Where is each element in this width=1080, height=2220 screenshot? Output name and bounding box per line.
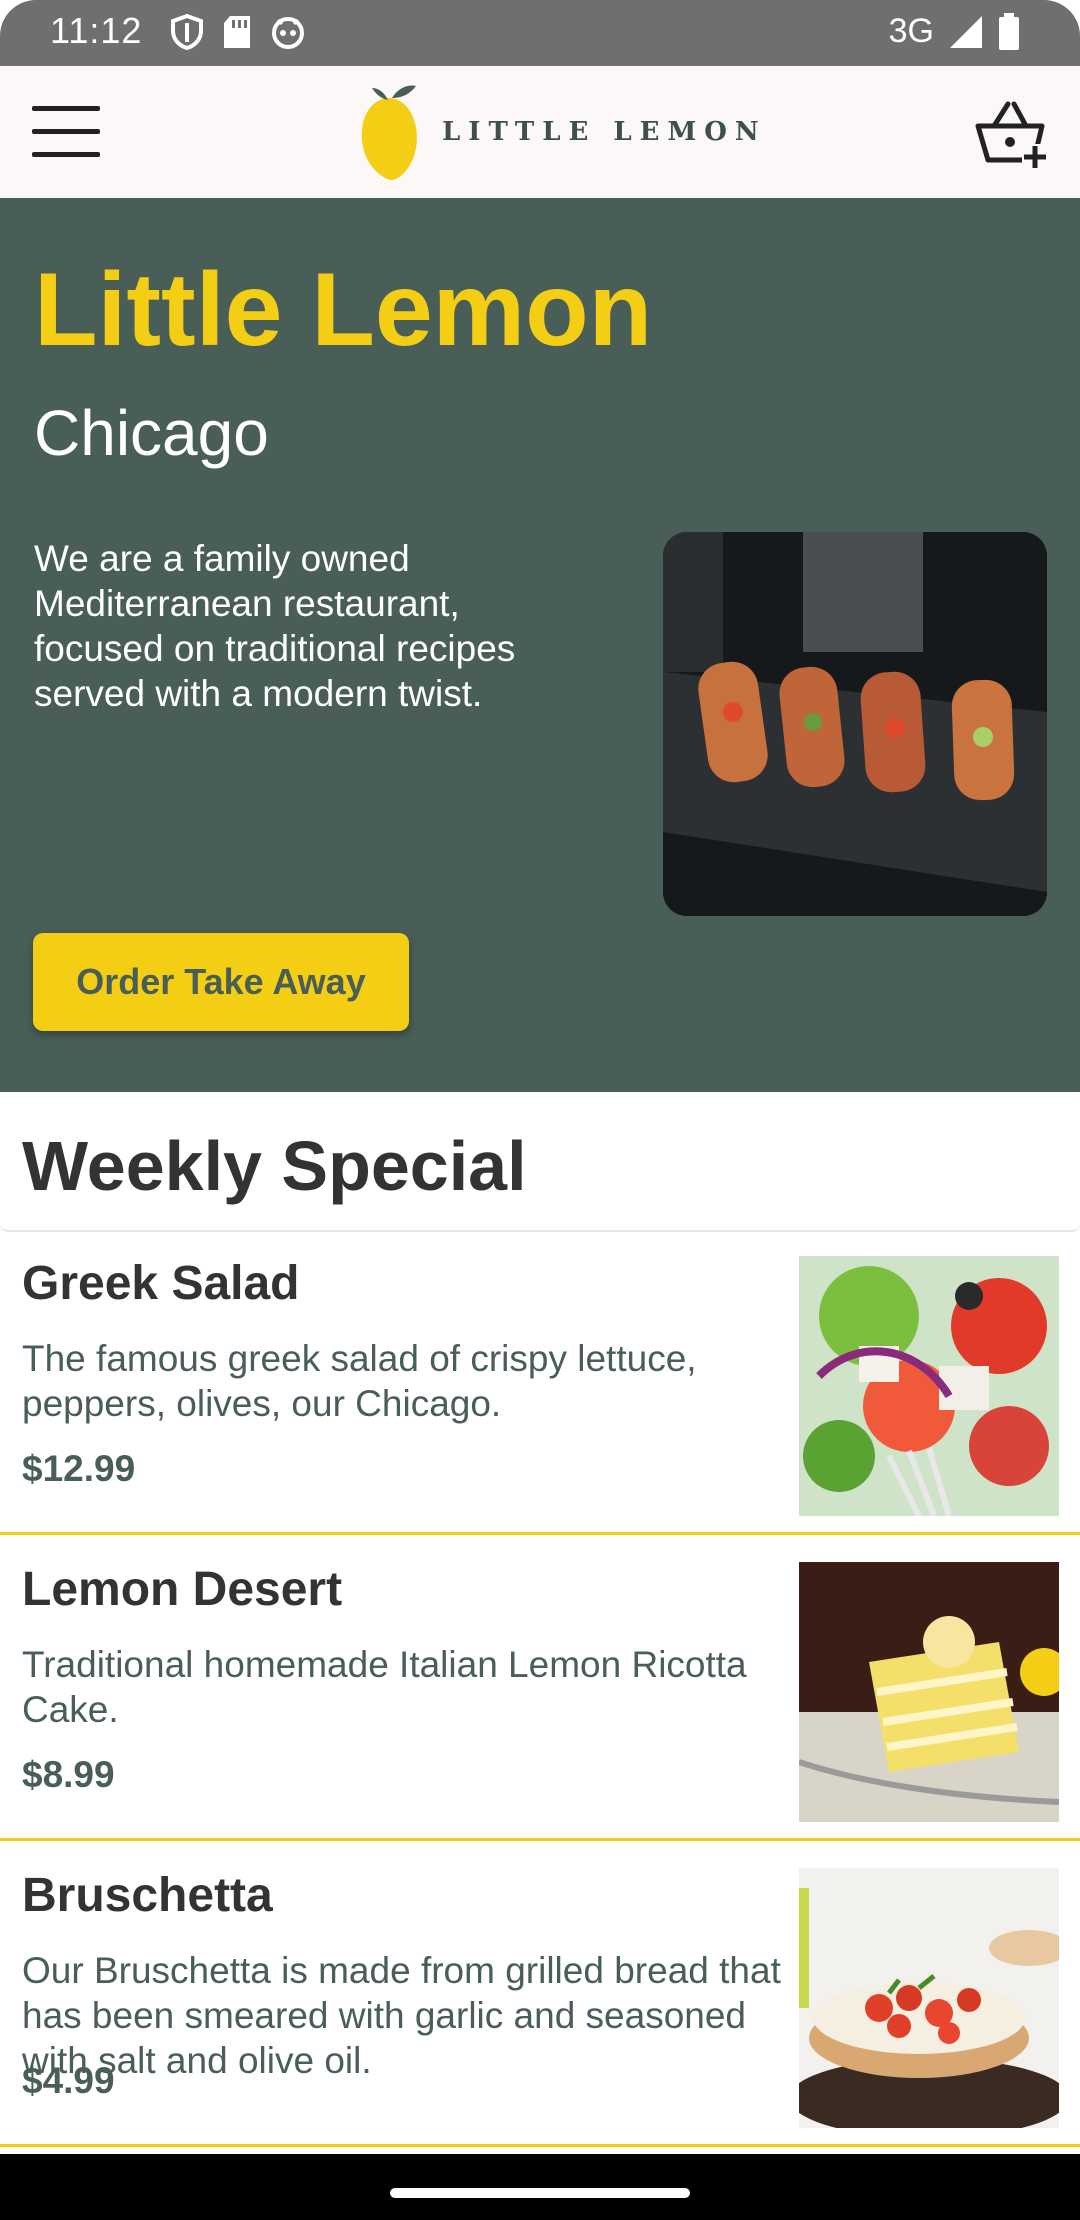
- lemon-logo-icon: [361, 85, 417, 180]
- status-icons-left: [170, 14, 306, 50]
- menu-item-lemon-desert[interactable]: Lemon Desert Traditional homemade Italia…: [0, 1538, 1080, 1841]
- status-icons-right: 3G: [889, 12, 1020, 51]
- greek-salad-image: [799, 1256, 1059, 1516]
- menu-item-price: $4.99: [22, 2060, 115, 2101]
- menu-item-name: Bruschetta: [22, 1869, 273, 1922]
- menu-item-greek-salad[interactable]: Greek Salad The famous greek salad of cr…: [0, 1232, 1080, 1535]
- order-take-away-button[interactable]: Order Take Away: [33, 933, 409, 1031]
- network-type: 3G: [888, 12, 934, 50]
- bruschetta-image: [799, 1868, 1059, 2128]
- shield-icon: [171, 14, 203, 50]
- hero-city: Chicago: [34, 397, 269, 469]
- home-gesture-handle[interactable]: [390, 2188, 690, 2198]
- menu-item-description: Our Bruschetta is made from grilled brea…: [22, 1950, 781, 2081]
- status-bar: 11:12 3G: [0, 0, 1080, 66]
- hero-food-image: [663, 532, 1047, 916]
- lemon-desert-image: [799, 1562, 1059, 1822]
- app-logo: LITTLE LEMON: [358, 80, 767, 184]
- signal-icon: [950, 15, 982, 48]
- robot-icon: [272, 17, 304, 49]
- hamburger-menu-icon[interactable]: [32, 106, 100, 158]
- menu-item-description: The famous greek salad of crispy lettuce…: [22, 1338, 697, 1424]
- weekly-special-title: Weekly Special: [22, 1127, 527, 1205]
- hero-title: Little Lemon: [34, 252, 653, 368]
- menu-item-bruschetta[interactable]: Bruschetta Our Bruschetta is made from g…: [0, 1844, 1080, 2147]
- system-navigation-bar: [0, 2154, 1080, 2220]
- logo-text: LITTLE LEMON: [442, 117, 767, 147]
- hero-description: We are a family owned Mediterranean rest…: [34, 538, 516, 714]
- weekly-special-header: Weekly Special: [0, 1092, 1080, 1232]
- hero-section: Little Lemon Chicago We are a family own…: [0, 198, 1080, 1092]
- status-time: 11:12: [50, 10, 143, 51]
- menu-item-price: $12.99: [22, 1448, 136, 1489]
- battery-icon: [999, 12, 1019, 50]
- basket-add-icon[interactable]: [974, 96, 1050, 172]
- sd-card-icon: [224, 16, 250, 48]
- menu-item-price: $8.99: [22, 1754, 115, 1795]
- menu-item-name: Greek Salad: [22, 1257, 300, 1310]
- app-bar: LITTLE LEMON: [0, 66, 1080, 198]
- menu-item-name: Lemon Desert: [22, 1563, 343, 1616]
- menu-item-description: Traditional homemade Italian Lemon Ricot…: [22, 1644, 747, 1730]
